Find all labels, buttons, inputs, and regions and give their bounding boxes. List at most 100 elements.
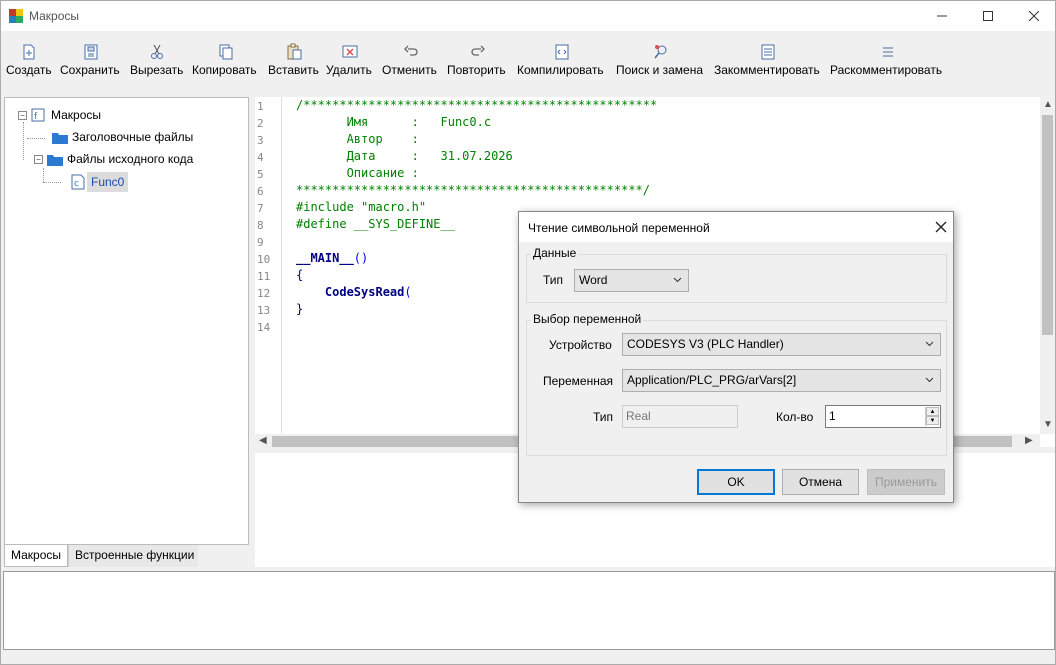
type-label: Тип	[543, 273, 564, 287]
scroll-right-icon[interactable]: ▶	[1025, 435, 1033, 446]
line-number: 13	[257, 304, 271, 317]
apply-button[interactable]: Применить	[867, 469, 945, 495]
maximize-icon	[983, 11, 993, 21]
save-button[interactable]: Сохранить	[60, 43, 122, 83]
paste-button[interactable]: Вставить	[268, 43, 319, 83]
cut-button[interactable]: Вырезать	[130, 43, 184, 83]
code-line: #include "macro.h"	[296, 200, 427, 214]
cancel-button[interactable]: Отмена	[782, 469, 859, 495]
code-line: }	[296, 302, 304, 316]
svg-text:c: c	[74, 179, 79, 189]
line-number: 4	[257, 151, 264, 164]
spin-up-icon[interactable]: ▲	[926, 407, 939, 416]
code-line: CodeSysRead(	[296, 285, 412, 299]
redo-icon	[471, 45, 485, 56]
tree-line	[43, 182, 61, 183]
tree-node-sources[interactable]: − Файлы исходного кода	[34, 152, 193, 166]
collapse-icon[interactable]: −	[34, 154, 43, 164]
var-type-label: Тип	[593, 410, 614, 424]
scroll-thumb[interactable]	[1042, 115, 1053, 335]
chevron-down-icon	[925, 377, 934, 383]
tree-node-func0[interactable]: c Func0	[71, 172, 129, 192]
code-line: Дата : 31.07.2026	[296, 149, 513, 163]
type-select[interactable]: Word	[574, 269, 689, 292]
redo-button[interactable]: Повторить	[447, 43, 509, 83]
compile-button[interactable]: Компилировать	[517, 43, 607, 83]
close-icon	[1029, 11, 1039, 21]
search-replace-button[interactable]: Поиск и замена	[616, 43, 706, 83]
count-stepper[interactable]: 1 ▲ ▼	[825, 405, 941, 428]
compile-icon	[555, 44, 569, 60]
close-button[interactable]	[1011, 1, 1056, 31]
tab-macros[interactable]: Макросы	[4, 545, 68, 567]
c-file-icon: c	[71, 174, 85, 190]
dialog-title: Чтение символьной переменной	[528, 221, 710, 235]
window-title: Макросы	[29, 9, 80, 23]
var-type-field: Real	[622, 405, 738, 428]
paste-icon	[287, 43, 301, 60]
ok-button[interactable]: OK	[697, 469, 775, 495]
data-group-label: Данные	[531, 246, 579, 260]
chevron-down-icon	[673, 277, 682, 283]
delete-icon	[342, 45, 358, 58]
dialog-close-button[interactable]	[935, 217, 947, 238]
device-select[interactable]: CODESYS V3 (PLC Handler)	[622, 333, 941, 356]
code-line: __MAIN__()	[296, 251, 369, 265]
delete-button[interactable]: Удалить	[326, 43, 374, 83]
code-line: Имя : Func0.c	[296, 115, 492, 129]
code-line: Описание :	[296, 166, 419, 180]
variable-label: Переменная	[543, 374, 613, 388]
save-icon	[84, 44, 98, 60]
undo-icon	[404, 45, 418, 56]
tab-builtin-functions[interactable]: Встроенные функции	[68, 545, 198, 567]
code-line: Автор :	[296, 132, 419, 146]
spin-buttons: ▲ ▼	[925, 407, 939, 426]
read-symbol-variable-dialog: Чтение символьной переменной Данные Тип …	[518, 211, 954, 503]
line-number: 8	[257, 219, 264, 232]
tree-label-func0: Func0	[87, 172, 129, 192]
comment-button[interactable]: Закомментировать	[714, 43, 822, 83]
title-bar: Макросы	[1, 1, 1055, 31]
create-button[interactable]: Создать	[6, 43, 52, 83]
uncomment-button[interactable]: Раскомментировать	[830, 43, 946, 83]
tree-label-macros: Макросы	[51, 108, 102, 122]
editor-vertical-scrollbar[interactable]: ▲ ▼	[1040, 97, 1055, 434]
folder-open-icon	[47, 154, 63, 166]
scroll-up-icon[interactable]: ▲	[1043, 99, 1053, 110]
output-panel[interactable]	[3, 571, 1055, 650]
device-label: Устройство	[549, 338, 612, 352]
copy-icon	[219, 44, 233, 60]
macros-window: Макросы Создать Сохранить Вырезать Копир…	[0, 0, 1056, 665]
line-number: 12	[257, 287, 271, 300]
minimize-button[interactable]	[919, 1, 965, 31]
line-number: 10	[257, 253, 271, 266]
tree-line	[43, 168, 44, 182]
variable-select[interactable]: Application/PLC_PRG/arVars[2]	[622, 369, 941, 392]
line-number: 6	[257, 185, 264, 198]
spin-down-icon[interactable]: ▼	[926, 416, 939, 425]
tree-line	[27, 138, 45, 139]
line-number: 5	[257, 168, 264, 181]
uncomment-icon	[883, 47, 893, 57]
line-number: 11	[257, 270, 271, 283]
scissors-icon	[151, 44, 163, 59]
gutter-divider	[281, 97, 282, 433]
scroll-down-icon[interactable]: ▼	[1043, 419, 1053, 430]
folder-icon	[52, 132, 68, 144]
tree-line	[23, 122, 24, 160]
tree-node-headers[interactable]: Заголовочные файлы	[52, 130, 193, 144]
scroll-left-icon[interactable]: ◀	[259, 435, 267, 446]
code-line: {	[296, 268, 304, 282]
minimize-icon	[937, 15, 947, 17]
comment-icon	[761, 44, 775, 60]
collapse-icon[interactable]: −	[18, 110, 27, 120]
line-number: 2	[257, 117, 264, 130]
maximize-button[interactable]	[965, 1, 1011, 31]
undo-button[interactable]: Отменить	[382, 43, 440, 83]
line-number: 3	[257, 134, 264, 147]
code-line: #define __SYS_DEFINE__	[296, 217, 455, 231]
dialog-title-bar: Чтение символьной переменной	[519, 212, 953, 242]
copy-button[interactable]: Копировать	[192, 43, 260, 83]
tree-node-macros[interactable]: − f Макросы	[18, 108, 101, 122]
new-file-icon	[23, 44, 35, 60]
